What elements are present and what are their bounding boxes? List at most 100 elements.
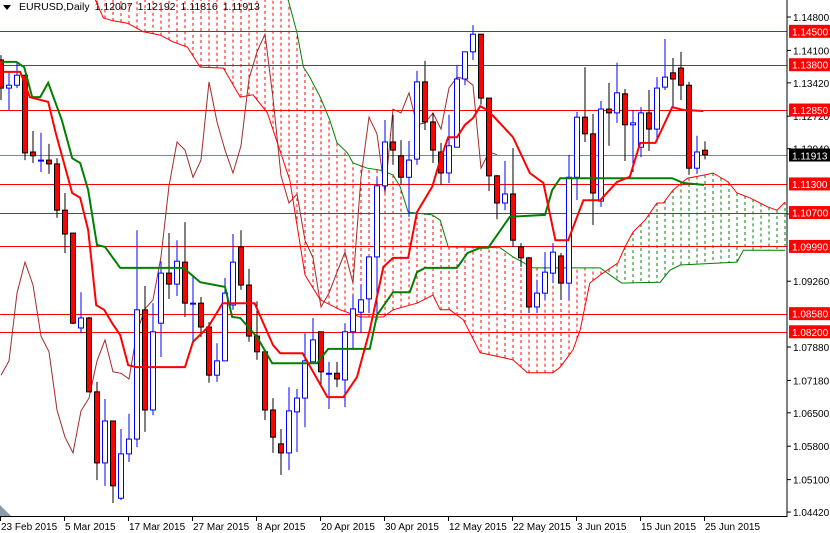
bullish-candle[interactable] bbox=[534, 279, 540, 314]
bearish-candle[interactable] bbox=[270, 398, 276, 453]
bearish-candle[interactable] bbox=[646, 89, 652, 152]
bearish-candle[interactable] bbox=[686, 81, 692, 175]
candle-body bbox=[0, 59, 4, 89]
level-price-label: 1.08580 bbox=[792, 310, 829, 321]
candle-body bbox=[342, 331, 348, 381]
bearish-candle[interactable] bbox=[54, 158, 60, 218]
candle-body bbox=[78, 317, 84, 329]
bullish-candle[interactable] bbox=[134, 230, 140, 448]
candle-body bbox=[422, 81, 428, 123]
time-tick-label: 15 Jun 2015 bbox=[641, 522, 696, 533]
bearish-candle[interactable] bbox=[62, 192, 68, 254]
bullish-candle[interactable] bbox=[350, 295, 356, 350]
bullish-candle[interactable] bbox=[14, 63, 20, 89]
candle-body bbox=[478, 33, 484, 99]
bearish-candle[interactable] bbox=[422, 60, 428, 131]
bearish-candle[interactable] bbox=[110, 420, 116, 503]
bullish-candle[interactable] bbox=[614, 62, 620, 123]
level-price-label: 1.13800 bbox=[792, 61, 829, 72]
candle-body bbox=[270, 409, 276, 438]
price-tick-label: 1.07180 bbox=[793, 376, 830, 387]
bearish-candle[interactable] bbox=[142, 285, 148, 432]
bullish-candle[interactable] bbox=[414, 70, 420, 165]
bearish-candle[interactable] bbox=[238, 230, 244, 290]
bullish-candle[interactable] bbox=[470, 25, 476, 60]
bearish-candle[interactable] bbox=[262, 351, 268, 421]
bullish-candle[interactable] bbox=[502, 161, 508, 211]
chart-shift-marker-icon[interactable] bbox=[0, 505, 11, 516]
candle-body bbox=[6, 84, 12, 89]
bullish-candle[interactable] bbox=[118, 429, 124, 501]
bullish-candle[interactable] bbox=[406, 141, 412, 217]
bearish-candle[interactable] bbox=[206, 322, 212, 383]
bearish-candle[interactable] bbox=[478, 33, 484, 105]
candle-body bbox=[326, 372, 332, 375]
bearish-candle[interactable] bbox=[94, 381, 100, 481]
bullish-candle[interactable] bbox=[286, 387, 292, 471]
candle-body bbox=[598, 108, 604, 202]
bearish-candle[interactable] bbox=[70, 232, 76, 325]
bullish-candle[interactable] bbox=[598, 100, 604, 207]
bearish-candle[interactable] bbox=[278, 429, 284, 475]
level-price-label: 1.10700 bbox=[792, 209, 829, 220]
bearish-candle[interactable] bbox=[678, 51, 684, 101]
bullish-candle[interactable] bbox=[574, 111, 580, 201]
bearish-candle[interactable] bbox=[86, 316, 92, 393]
bearish-candle[interactable] bbox=[526, 256, 532, 314]
bearish-candle[interactable] bbox=[590, 113, 596, 225]
bearish-candle[interactable] bbox=[510, 148, 516, 247]
bearish-candle[interactable] bbox=[398, 140, 404, 185]
bullish-candle[interactable] bbox=[214, 343, 220, 382]
time-tick-label: 25 Jun 2015 bbox=[705, 522, 760, 533]
bullish-candle[interactable] bbox=[102, 399, 108, 486]
bullish-candle[interactable] bbox=[550, 243, 556, 284]
bearish-candle[interactable] bbox=[558, 253, 564, 300]
bearish-candle[interactable] bbox=[702, 141, 708, 160]
bullish-candle[interactable] bbox=[542, 252, 548, 300]
bullish-candle[interactable] bbox=[366, 256, 372, 314]
bullish-candle[interactable] bbox=[566, 154, 572, 300]
price-chart[interactable]: 1.148001.141001.134201.127201.120401.106… bbox=[0, 0, 830, 533]
bullish-candle[interactable] bbox=[358, 285, 364, 334]
bullish-candle[interactable] bbox=[302, 333, 308, 428]
bullish-candle[interactable] bbox=[38, 132, 44, 173]
bearish-candle[interactable] bbox=[334, 361, 340, 388]
bearish-candle[interactable] bbox=[166, 233, 172, 299]
current-price-label: 1.11913 bbox=[792, 152, 828, 163]
candle-body bbox=[558, 255, 564, 284]
time-tick-label: 8 Apr 2015 bbox=[257, 522, 306, 533]
time-tick-label: 27 Mar 2015 bbox=[193, 522, 250, 533]
bearish-candle[interactable] bbox=[606, 82, 612, 146]
candle-body bbox=[350, 308, 356, 333]
bullish-candle[interactable] bbox=[694, 135, 700, 174]
bullish-candle[interactable] bbox=[654, 77, 660, 142]
bearish-candle[interactable] bbox=[46, 143, 52, 174]
bullish-candle[interactable] bbox=[230, 234, 236, 310]
bullish-candle[interactable] bbox=[662, 38, 668, 90]
candle-body bbox=[566, 176, 572, 284]
bullish-candle[interactable] bbox=[6, 72, 12, 111]
plot-area[interactable] bbox=[0, 0, 787, 503]
bullish-candle[interactable] bbox=[294, 389, 300, 452]
bullish-candle[interactable] bbox=[310, 317, 316, 363]
bullish-candle[interactable] bbox=[126, 413, 132, 462]
candle-body bbox=[318, 331, 324, 373]
level-price-label: 1.11300 bbox=[792, 180, 828, 191]
bullish-candle[interactable] bbox=[190, 275, 196, 342]
bearish-candle[interactable] bbox=[30, 131, 36, 163]
bullish-candle[interactable] bbox=[446, 114, 452, 183]
bullish-candle[interactable] bbox=[638, 107, 644, 158]
bullish-candle[interactable] bbox=[78, 292, 84, 334]
price-tick-label: 1.09260 bbox=[793, 277, 830, 288]
bullish-candle[interactable] bbox=[326, 361, 332, 410]
bullish-candle[interactable] bbox=[158, 261, 164, 358]
candle-body bbox=[278, 443, 284, 454]
price-tick-label: 1.06500 bbox=[793, 409, 830, 420]
bearish-candle[interactable] bbox=[494, 174, 500, 220]
bearish-candle[interactable] bbox=[582, 67, 588, 142]
bearish-candle[interactable] bbox=[622, 89, 628, 162]
bullish-candle[interactable] bbox=[382, 120, 388, 191]
bearish-candle[interactable] bbox=[518, 243, 524, 267]
time-tick-label: 22 May 2015 bbox=[513, 522, 571, 533]
bullish-candle[interactable] bbox=[150, 303, 156, 416]
